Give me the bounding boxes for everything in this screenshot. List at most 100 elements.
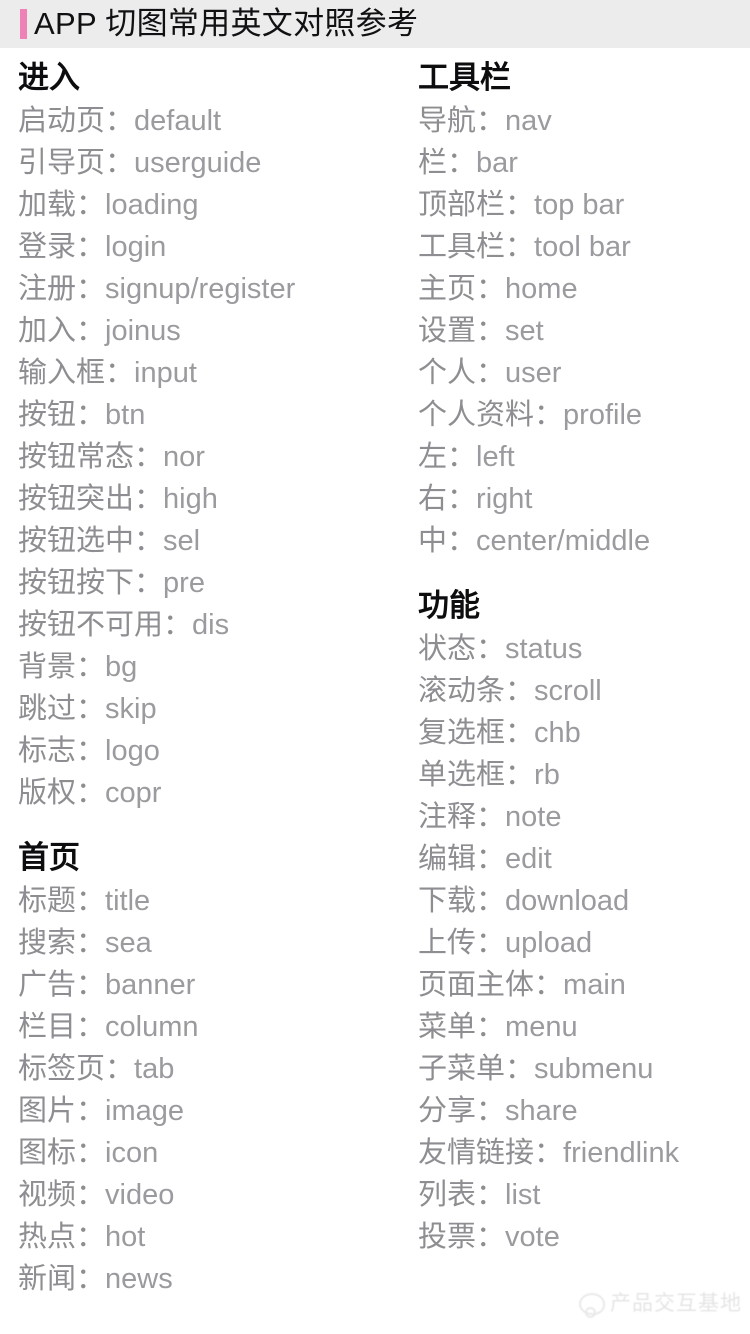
- glossary-entry: 单选框：rb: [418, 754, 750, 796]
- entry-term-zh: 个人资料: [418, 399, 535, 431]
- entry-term-en: title: [105, 885, 151, 917]
- entry-term-en: copr: [105, 777, 162, 809]
- entry-term-en: list: [505, 1179, 541, 1211]
- entry-term-zh: 标签页: [18, 1053, 106, 1085]
- entry-term-en: default: [134, 105, 222, 137]
- entry-separator: ：: [534, 399, 564, 431]
- entry-separator: ：: [76, 1179, 106, 1211]
- entry-term-zh: 中: [418, 525, 448, 557]
- glossary-entry: 广告：banner: [18, 964, 410, 1006]
- entry-separator: ：: [534, 1137, 564, 1169]
- entry-separator: ：: [76, 651, 106, 683]
- glossary-entry: 标题：title: [18, 880, 410, 922]
- entry-term-en: menu: [505, 1011, 578, 1043]
- entry-term-en: note: [505, 801, 562, 833]
- entry-term-en: input: [134, 357, 197, 389]
- entry-term-en: userguide: [134, 147, 262, 179]
- entry-separator: ：: [476, 633, 506, 665]
- entry-term-en: nor: [163, 441, 205, 473]
- entry-term-zh: 栏目: [18, 1011, 77, 1043]
- glossary-entry: 图标：icon: [18, 1132, 410, 1174]
- entry-term-zh: 加载: [18, 189, 77, 221]
- entry-separator: ：: [76, 693, 106, 725]
- entry-term-zh: 列表: [418, 1179, 477, 1211]
- entry-separator: ：: [476, 801, 506, 833]
- entry-term-zh: 标题: [18, 885, 77, 917]
- entry-term-en: icon: [105, 1137, 159, 1169]
- entry-separator: ：: [76, 315, 106, 347]
- entry-term-en: set: [505, 315, 544, 347]
- entry-term-en: chb: [534, 717, 581, 749]
- entry-term-zh: 子菜单: [418, 1053, 506, 1085]
- entry-term-en: sea: [105, 927, 152, 959]
- glossary-entry: 友情链接：friendlink: [418, 1132, 750, 1174]
- entry-term-en: edit: [505, 843, 552, 875]
- entry-term-zh: 按钮突出: [18, 483, 135, 515]
- entry-separator: ：: [76, 1011, 106, 1043]
- entry-separator: ：: [476, 273, 506, 305]
- entry-separator: ：: [476, 1095, 506, 1127]
- entry-term-en: btn: [105, 399, 146, 431]
- entry-separator: ：: [476, 105, 506, 137]
- glossary-entry: 按钮：btn: [18, 394, 410, 436]
- section-title: 首页: [18, 840, 80, 875]
- entry-term-zh: 热点: [18, 1221, 77, 1253]
- glossary-entry: 下载：download: [418, 880, 750, 922]
- glossary-entry: 加入：joinus: [18, 310, 410, 352]
- entry-term-zh: 编辑: [418, 843, 477, 875]
- glossary-entry: 顶部栏：top bar: [418, 184, 750, 226]
- entry-separator: ：: [476, 357, 506, 389]
- entry-term-zh: 输入框: [18, 357, 106, 389]
- entry-term-en: nav: [505, 105, 552, 137]
- glossary-entry: 子菜单：submenu: [418, 1048, 750, 1090]
- entry-separator: ：: [447, 525, 477, 557]
- entry-separator: ：: [134, 525, 164, 557]
- glossary-entry: 注释：note: [418, 796, 750, 838]
- entry-separator: ：: [105, 1053, 135, 1085]
- entry-separator: ：: [134, 441, 164, 473]
- entry-term-zh: 跳过: [18, 693, 77, 725]
- entry-term-zh: 启动页: [18, 105, 106, 137]
- entry-term-zh: 复选框: [418, 717, 506, 749]
- entry-term-zh: 状态: [418, 633, 477, 665]
- entry-separator: ：: [476, 1011, 506, 1043]
- entry-separator: ：: [476, 927, 506, 959]
- glossary-entry: 图片：image: [18, 1090, 410, 1132]
- glossary-entry: 菜单：menu: [418, 1006, 750, 1048]
- entry-term-en: joinus: [105, 315, 181, 347]
- entry-term-zh: 标志: [18, 735, 77, 767]
- entry-term-zh: 版权: [18, 777, 77, 809]
- entry-term-zh: 滚动条: [418, 675, 506, 707]
- glossary-entry: 复选框：chb: [418, 712, 750, 754]
- entry-term-en: banner: [105, 969, 196, 1001]
- entry-separator: ：: [76, 1221, 106, 1253]
- section-title: 进入: [18, 60, 80, 95]
- entry-separator: ：: [134, 567, 164, 599]
- glossary-entry: 设置：set: [418, 310, 750, 352]
- entry-separator: ：: [76, 735, 106, 767]
- entry-term-en: user: [505, 357, 562, 389]
- entry-term-en: high: [163, 483, 218, 515]
- section-工具栏: 工具栏 导航：nav 栏：bar 顶部栏：top bar 工具栏：tool bar 主页：…: [418, 56, 750, 562]
- entry-term-zh: 图标: [18, 1137, 77, 1169]
- page-title: APP 切图常用英文对照参考: [34, 6, 419, 41]
- entry-separator: ：: [76, 399, 106, 431]
- entry-separator: ：: [534, 969, 564, 1001]
- entry-term-en: logo: [105, 735, 160, 767]
- entry-term-zh: 按钮: [18, 399, 77, 431]
- entry-term-en: tab: [134, 1053, 175, 1085]
- entry-term-en: login: [105, 231, 167, 263]
- entry-term-zh: 上传: [418, 927, 477, 959]
- entry-term-zh: 按钮按下: [18, 567, 135, 599]
- entry-term-zh: 按钮选中: [18, 525, 135, 557]
- glossary-entry: 滚动条：scroll: [418, 670, 750, 712]
- glossary-entry: 状态：status: [418, 628, 750, 670]
- entry-term-en: scroll: [534, 675, 602, 707]
- glossary-entry: 跳过：skip: [18, 688, 410, 730]
- entry-separator: ：: [476, 1179, 506, 1211]
- entry-term-en: dis: [192, 609, 230, 641]
- entry-term-zh: 主页: [418, 273, 477, 305]
- glossary-entry: 上传：upload: [418, 922, 750, 964]
- entry-separator: ：: [476, 315, 506, 347]
- entry-separator: ：: [447, 441, 477, 473]
